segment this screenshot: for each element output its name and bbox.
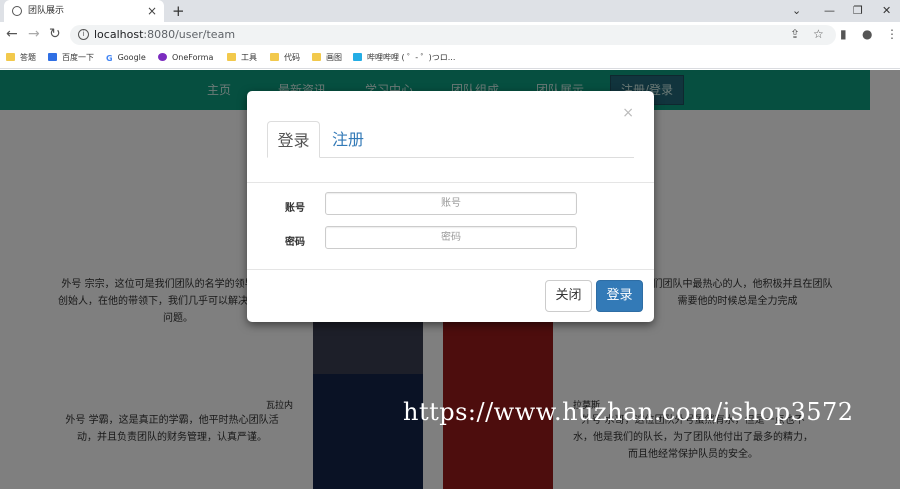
folder-icon bbox=[270, 53, 279, 61]
bookmark-item[interactable]: 工具 bbox=[227, 47, 257, 69]
bookmark-item[interactable]: 哔哩哔哩 ( ゜- ゜)つロ... bbox=[353, 47, 455, 69]
menu-icon[interactable]: ⋮ bbox=[886, 27, 898, 41]
tab-register[interactable]: 注册 bbox=[332, 121, 364, 158]
bookmark-label: 哔哩哔哩 ( ゜- ゜)つロ... bbox=[367, 53, 456, 62]
chevron-down-icon[interactable]: ⌄ bbox=[792, 0, 801, 22]
modal-tabs: 登录 注册 bbox=[267, 121, 634, 158]
bilibili-icon bbox=[353, 53, 362, 61]
bookmark-label: Google bbox=[117, 53, 146, 62]
bookmark-star-icon[interactable]: ☆ bbox=[813, 27, 824, 41]
password-input[interactable]: 密码 bbox=[325, 226, 577, 249]
close-button[interactable]: 关闭 bbox=[545, 280, 592, 312]
globe-icon bbox=[12, 6, 22, 16]
info-icon[interactable]: i bbox=[78, 29, 89, 40]
page-content: 主页 最新资讯 学习中心 团队组成 团队展示 注册/登录 外号 宗宗，这位可是我… bbox=[0, 70, 900, 489]
account-input[interactable]: 账号 bbox=[325, 192, 577, 215]
tab-login[interactable]: 登录 bbox=[267, 121, 320, 158]
folder-icon bbox=[6, 53, 15, 61]
minimize-icon[interactable]: — bbox=[824, 0, 835, 22]
bookmark-item[interactable]: G Google bbox=[106, 47, 146, 69]
bookmarks-bar: 答题 百度一下 G Google OneForma 工具 代码 画图 哔哩哔哩 (… bbox=[0, 47, 900, 69]
browser-toolbar: ← → ↻ i localhost:8080/user/team ⇪ ☆ ▮ ●… bbox=[0, 22, 900, 47]
back-icon[interactable]: ← bbox=[6, 26, 18, 42]
bookmark-item[interactable]: OneForma bbox=[158, 47, 213, 69]
bookmark-label: OneForma bbox=[172, 53, 214, 62]
bookmark-item[interactable]: 答题 bbox=[6, 47, 36, 69]
bookmark-item[interactable]: 画图 bbox=[312, 47, 342, 69]
restore-icon[interactable]: ❐ bbox=[853, 0, 863, 22]
share-icon[interactable]: ⇪ bbox=[790, 27, 800, 41]
password-label: 密码 bbox=[285, 237, 305, 248]
bookmark-label: 答题 bbox=[20, 53, 36, 62]
bookmark-label: 画图 bbox=[326, 53, 342, 62]
sidebar-icon[interactable]: ▮ bbox=[840, 27, 847, 41]
browser-tabstrip: 团队展示 × + ⌄ — ❐ ✕ bbox=[0, 0, 900, 22]
divider bbox=[247, 269, 654, 270]
divider bbox=[247, 182, 654, 183]
forward-icon[interactable]: → bbox=[28, 26, 40, 42]
oneforma-icon bbox=[158, 53, 167, 61]
address-bar[interactable]: i localhost:8080/user/team bbox=[70, 25, 836, 45]
bookmark-label: 百度一下 bbox=[62, 53, 94, 62]
account-label: 账号 bbox=[285, 203, 305, 214]
bookmark-label: 代码 bbox=[284, 53, 300, 62]
url-path: :8080/user/team bbox=[143, 28, 236, 41]
close-icon[interactable]: × bbox=[622, 105, 634, 121]
bookmark-label: 工具 bbox=[241, 53, 257, 62]
close-tab-icon[interactable]: × bbox=[147, 0, 157, 22]
paw-icon bbox=[48, 53, 57, 61]
new-tab-button[interactable]: + bbox=[172, 0, 185, 22]
profile-icon[interactable]: ● bbox=[862, 27, 872, 41]
folder-icon bbox=[227, 53, 236, 61]
watermark-text: https://www.huzhan.com/ishop3572 bbox=[403, 398, 854, 426]
browser-tab[interactable]: 团队展示 × bbox=[4, 0, 164, 22]
url-host: localhost bbox=[94, 28, 144, 41]
bookmark-item[interactable]: 百度一下 bbox=[48, 47, 94, 69]
google-icon: G bbox=[106, 54, 113, 63]
folder-icon bbox=[312, 53, 321, 61]
bookmark-item[interactable]: 代码 bbox=[270, 47, 300, 69]
login-button[interactable]: 登录 bbox=[596, 280, 643, 312]
login-modal: × 登录 注册 账号 账号 密码 密码 关闭 登录 bbox=[247, 91, 654, 322]
url-text[interactable]: localhost:8080/user/team bbox=[94, 25, 235, 45]
close-window-icon[interactable]: ✕ bbox=[882, 0, 891, 22]
reload-icon[interactable]: ↻ bbox=[49, 26, 61, 42]
tab-title: 团队展示 bbox=[28, 6, 65, 16]
